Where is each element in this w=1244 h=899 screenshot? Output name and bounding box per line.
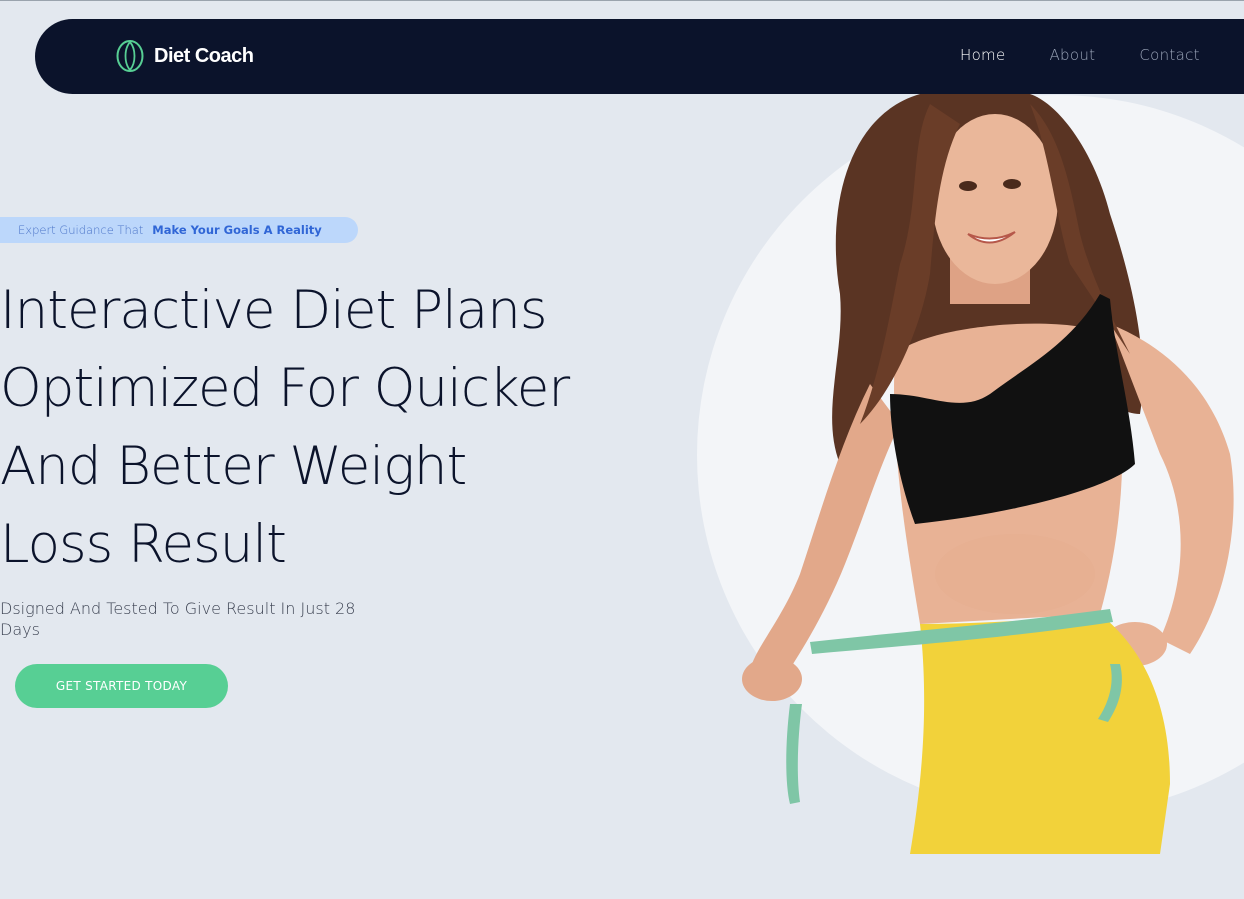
nav-about[interactable]: About	[1050, 46, 1096, 64]
headline-line: And Better Weight	[0, 436, 467, 497]
headline-line: Loss Result	[0, 514, 287, 575]
nav-home[interactable]: Home	[960, 46, 1006, 64]
badge-plain-text: Expert Guidance That	[18, 223, 144, 237]
hero-headline: Interactive Diet Plans Optimized For Qui…	[0, 272, 640, 584]
nav-contact[interactable]: Contact	[1139, 46, 1199, 64]
subtext-line: Days	[0, 620, 40, 639]
top-border	[0, 0, 1244, 1]
woman-measuring-waist-photo	[742, 94, 1234, 854]
subtext-line: Dsigned And Tested To Give Result In Jus…	[0, 599, 356, 618]
headline-line: Interactive Diet Plans	[0, 280, 547, 341]
tagline-badge: Expert Guidance That Make Your Goals A R…	[0, 217, 358, 243]
badge-bold-text: Make Your Goals A Reality	[152, 223, 322, 237]
leaf-ring-icon	[116, 40, 144, 72]
landing-page: Diet Coach Home About Contact Expert Gui…	[0, 0, 1244, 899]
brand-name: Diet Coach	[154, 44, 254, 67]
headline-line: Optimized For Quicker	[0, 358, 570, 419]
brand[interactable]: Diet Coach	[115, 39, 254, 73]
get-started-button[interactable]: GET STARTED TODAY	[15, 664, 228, 708]
hero-subtext: Dsigned And Tested To Give Result In Jus…	[0, 598, 410, 640]
nav-links: Home About Contact	[960, 46, 1244, 64]
navbar: Diet Coach Home About Contact	[35, 19, 1244, 94]
